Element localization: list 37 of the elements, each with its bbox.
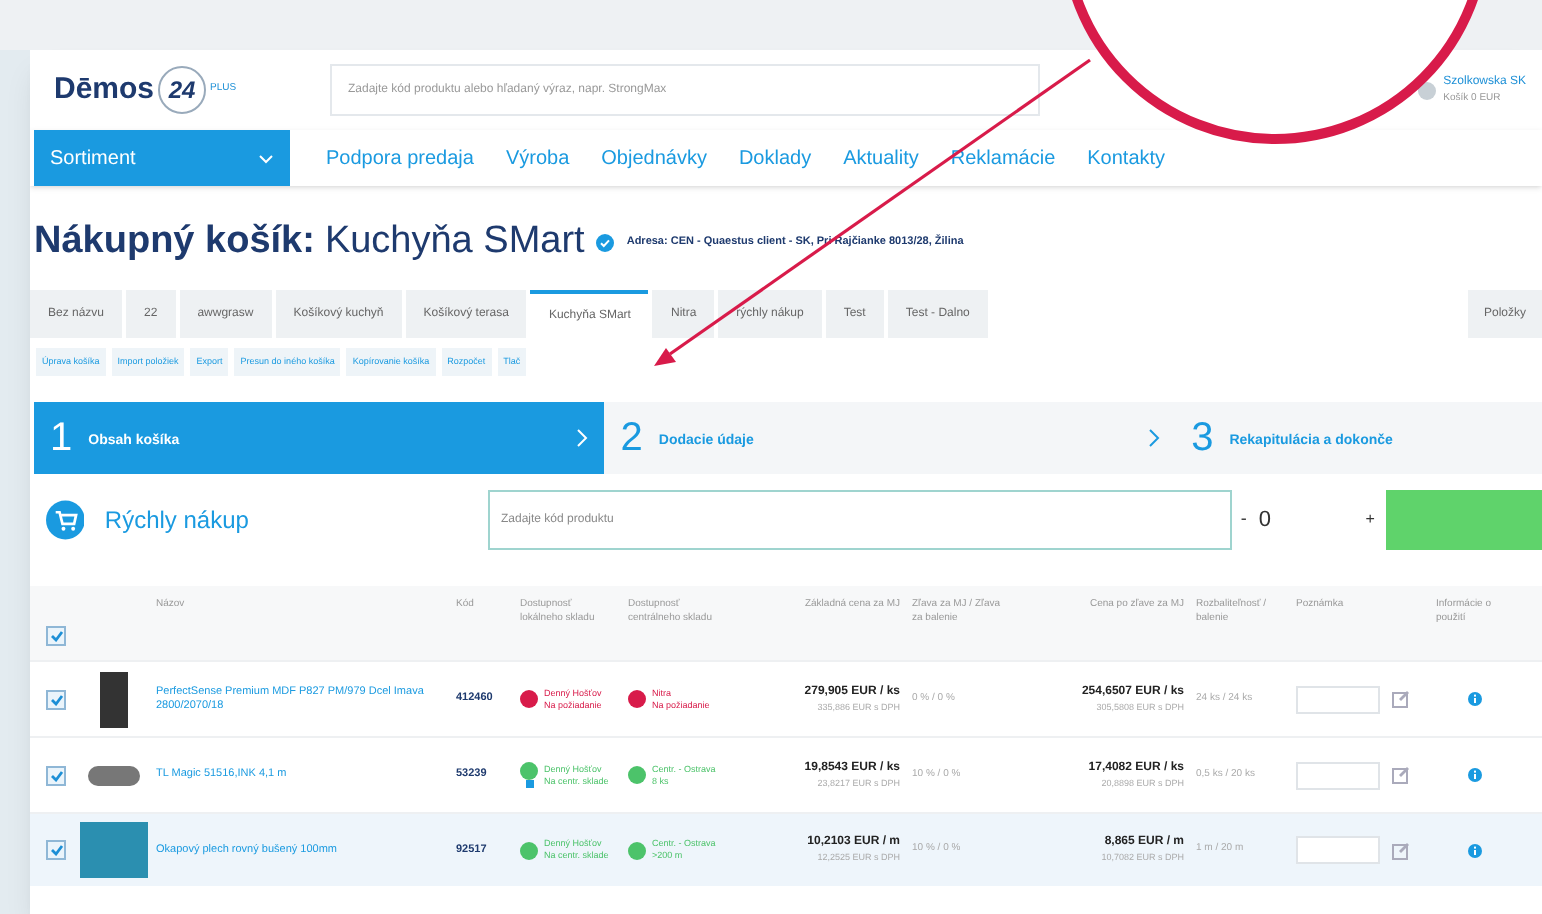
info-icon[interactable] <box>1467 843 1481 857</box>
chevron-right-icon <box>576 428 589 448</box>
cart-icon <box>46 500 85 540</box>
info-icon[interactable] <box>1467 768 1481 782</box>
chevron-down-icon <box>258 153 274 163</box>
nav-link[interactable]: Doklady <box>738 143 812 173</box>
page-title: Nákupný košík: <box>34 217 315 266</box>
note-field[interactable] <box>1296 761 1380 789</box>
edit-icon[interactable] <box>1392 841 1410 859</box>
checkbox[interactable] <box>46 765 66 785</box>
info-icon[interactable] <box>1467 692 1481 706</box>
increase-button[interactable]: + <box>1365 508 1375 532</box>
checkbox[interactable] <box>46 625 66 645</box>
nav-link[interactable]: Objednávky <box>601 143 707 173</box>
cart-name: Kuchyňa SMart <box>324 217 585 266</box>
edit-icon[interactable] <box>1392 766 1410 784</box>
nav-link[interactable]: Výroba <box>505 143 570 173</box>
decrease-button[interactable]: - <box>1240 506 1247 534</box>
quick-buy-title: Rýchly nákup <box>104 504 251 538</box>
quantity-value: 0 <box>1258 505 1274 536</box>
product-photo <box>88 765 140 785</box>
checkbox[interactable] <box>46 689 66 709</box>
checkbox[interactable] <box>46 840 66 860</box>
edit-icon[interactable] <box>1392 690 1410 708</box>
sortiment-menu-button[interactable]: Sortiment <box>34 130 290 186</box>
product-photo <box>80 822 148 878</box>
verified-check-icon <box>596 233 615 251</box>
nav-link[interactable]: Reklamácie <box>950 143 1056 173</box>
nav-link[interactable]: Kontakty <box>1087 143 1166 173</box>
product-photo <box>100 671 128 727</box>
note-field[interactable] <box>1296 836 1380 864</box>
logo-badge: 24 <box>158 66 207 114</box>
chevron-right-icon <box>1147 428 1160 448</box>
nav-link[interactable]: Aktuality <box>843 143 919 173</box>
logo-text: Dēmos <box>54 69 155 110</box>
note-field[interactable] <box>1296 685 1380 713</box>
nav-link[interactable]: Podpora predaja <box>326 143 474 173</box>
